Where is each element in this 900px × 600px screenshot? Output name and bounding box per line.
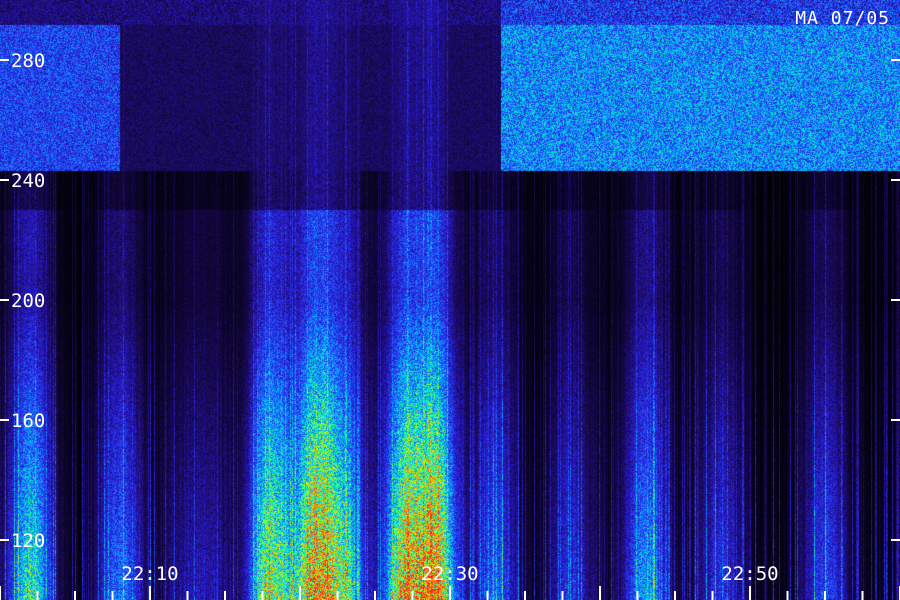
x-axis: 22:10 22:30 22:50 — [0, 563, 900, 600]
y-tick-label: 280 — [11, 50, 45, 72]
x-tick-label: 22:10 — [121, 563, 178, 585]
y-tick-label: 120 — [11, 530, 45, 552]
y-tick-label: 200 — [11, 290, 45, 312]
y-axis-left: 120 160 200 240 280 — [0, 50, 45, 552]
y-tick-label: 160 — [11, 410, 45, 432]
x-tick-label: 22:50 — [721, 563, 778, 585]
x-tick-label: 22:30 — [421, 563, 478, 585]
chart-overlay: 120 160 200 240 280 22:10 22:30 22:50 MA 07/05 — [0, 8, 900, 600]
y-axis-right — [891, 59, 900, 541]
y-tick-label: 240 — [11, 170, 45, 192]
station-date-label: MA 07/05 — [795, 8, 890, 29]
